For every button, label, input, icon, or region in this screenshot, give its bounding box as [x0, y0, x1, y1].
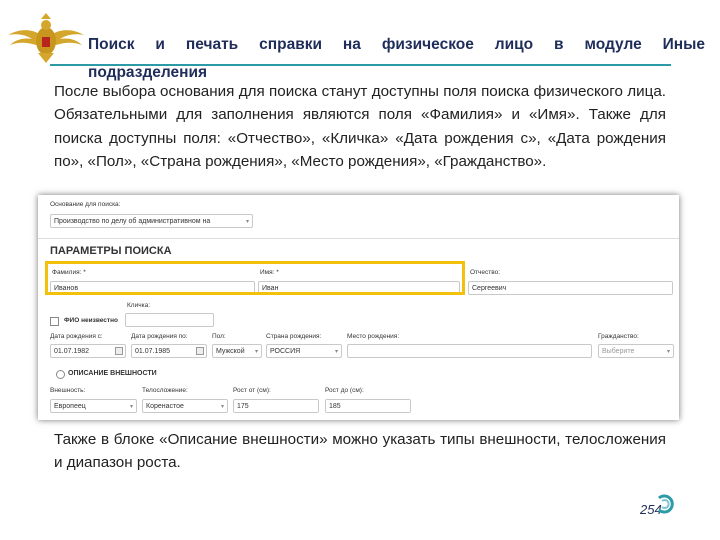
divider: [38, 238, 679, 239]
appearance-section: ОПИСАНИЕ ВНЕШНОСТИ: [68, 370, 157, 377]
dob-from-input[interactable]: 01.07.1982: [50, 344, 126, 358]
birth-country-value: РОССИЯ: [270, 348, 301, 355]
appearance-select[interactable]: Европеец ▾: [50, 399, 137, 413]
dropdown-arrow-icon: ▾: [334, 349, 338, 355]
height-from-input[interactable]: 175: [233, 399, 319, 413]
height-to-label: Рост до (см):: [325, 387, 364, 394]
section-title: ПАРАМЕТРЫ ПОИСКА: [50, 245, 172, 257]
basis-select[interactable]: Производство по делу об административном…: [50, 214, 253, 228]
basis-value: Производство по делу об административном…: [54, 218, 211, 225]
dropdown-arrow-icon: ▾: [245, 219, 249, 225]
dob-to-label: Дата рождения по:: [131, 333, 188, 340]
slide-title: Поиск и печать справки на физическое лиц…: [88, 36, 705, 81]
dob-from-label: Дата рождения с:: [50, 333, 103, 340]
patronymic-input[interactable]: Сергеевич: [468, 281, 673, 295]
nickname-input[interactable]: [125, 313, 214, 327]
checkbox-icon[interactable]: [50, 317, 59, 326]
sex-select[interactable]: Мужской ▾: [212, 344, 262, 358]
calendar-icon[interactable]: [196, 347, 204, 355]
form-screenshot: Основание для поиска: Производство по де…: [38, 195, 679, 420]
radio-icon[interactable]: [56, 370, 65, 379]
calendar-icon[interactable]: [115, 347, 123, 355]
dropdown-arrow-icon: ▾: [666, 349, 670, 355]
birth-country-label: Страна рождения:: [266, 333, 322, 340]
build-value: Коренастое: [146, 403, 184, 410]
sex-label: Пол:: [212, 333, 226, 340]
emblem-icon: [8, 13, 84, 63]
birth-place-input[interactable]: [347, 344, 592, 358]
citizenship-select[interactable]: Выберите ▾: [598, 344, 674, 358]
fio-unknown-label: ФИО неизвестно: [64, 317, 118, 324]
citizenship-label: Гражданство:: [598, 333, 639, 340]
build-label: Телосложение:: [142, 387, 188, 394]
appearance-value: Европеец: [54, 403, 86, 410]
birth-country-select[interactable]: РОССИЯ ▾: [266, 344, 342, 358]
height-to-input[interactable]: 185: [325, 399, 411, 413]
height-from-label: Рост от (см):: [233, 387, 271, 394]
sex-value: Мужской: [216, 348, 245, 355]
basis-label: Основание для поиска:: [50, 201, 121, 208]
dropdown-arrow-icon: ▾: [220, 404, 224, 410]
dob-from-value: 01.07.1982: [54, 348, 90, 355]
dropdown-arrow-icon: ▾: [129, 404, 133, 410]
citizenship-placeholder: Выберите: [602, 348, 635, 355]
build-select[interactable]: Коренастое ▾: [142, 399, 228, 413]
swirl-icon: [658, 494, 674, 514]
dob-to-input[interactable]: 01.07.1985: [131, 344, 207, 358]
dropdown-arrow-icon: ▾: [254, 349, 258, 355]
required-fields-highlight: [45, 261, 465, 295]
outro-paragraph: Также в блоке «Описание внешности» можно…: [54, 431, 666, 472]
intro-paragraph: После выбора основания для поиска станут…: [54, 83, 666, 170]
nickname-label: Кличка:: [127, 302, 151, 309]
patronymic-label: Отчество:: [470, 269, 501, 276]
title-rule: [50, 64, 671, 66]
dob-to-value: 01.07.1985: [135, 348, 171, 355]
birth-place-label: Место рождения:: [347, 333, 400, 340]
appearance-label: Внешность:: [50, 387, 86, 394]
